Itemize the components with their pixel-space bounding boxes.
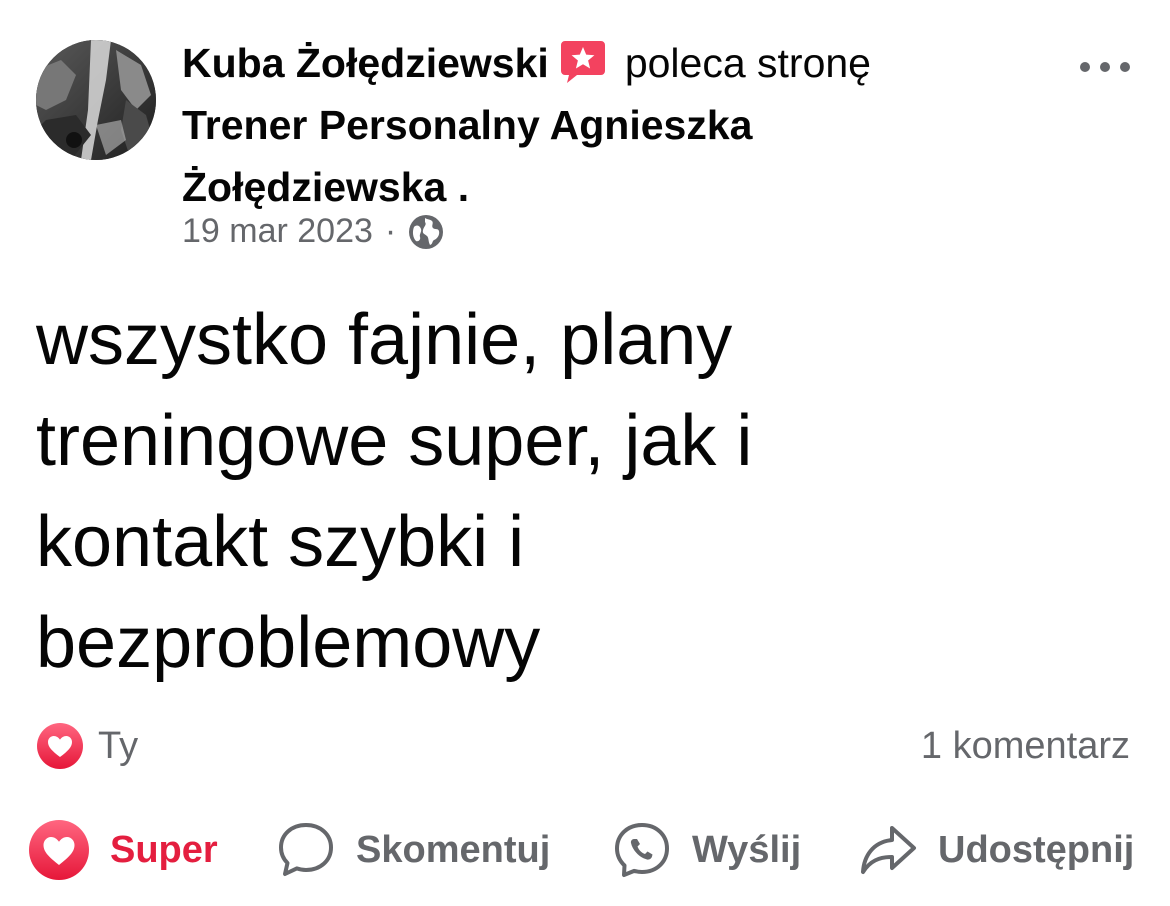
super-label: Super — [110, 828, 218, 871]
share-arrow-icon — [861, 826, 916, 874]
send-label: Wyślij — [692, 828, 802, 871]
avatar[interactable] — [36, 40, 156, 160]
avatar-photo — [36, 40, 156, 160]
post-body: wszystko fajnie, plany treningowe super,… — [36, 300, 753, 683]
heart-reaction-icon — [37, 723, 83, 769]
action-bar: Super Skomentuj Wyślij Udostępnij — [28, 816, 1148, 884]
reactions-summary[interactable]: Ty — [36, 720, 138, 772]
more-dot — [1120, 62, 1130, 72]
globe-icon[interactable] — [408, 214, 444, 250]
comment-bubble-icon — [279, 823, 333, 876]
share-label: Udostępnij — [938, 828, 1135, 871]
comment-label: Skomentuj — [356, 828, 551, 871]
reactions-label: Ty — [98, 724, 139, 767]
post-date[interactable]: 19 mar 2023 — [182, 212, 373, 251]
share-button[interactable]: Udostępnij — [858, 816, 1134, 884]
recommend-verb: poleca stronę — [624, 40, 871, 86]
page-name-suffix: . — [457, 164, 470, 210]
more-dot — [1100, 62, 1110, 72]
more-options-button[interactable] — [1080, 52, 1130, 82]
author-name[interactable]: Kuba Żołędziewski — [182, 40, 549, 86]
recommendation-post: Kuba Żołędziewski poleca stronę Trener P… — [0, 0, 1170, 906]
meta-separator: · — [384, 212, 397, 250]
messenger-send-icon — [615, 823, 669, 877]
send-button[interactable]: Wyślij — [612, 816, 801, 884]
recommendation-star-icon — [560, 41, 605, 83]
super-reaction-button[interactable]: Super — [28, 816, 218, 884]
comments-count[interactable]: 1 komentarz — [921, 720, 1130, 772]
heart-icon — [29, 820, 89, 880]
comment-button[interactable]: Skomentuj — [276, 816, 550, 884]
more-dot — [1080, 62, 1090, 72]
post-header: Kuba Żołędziewski poleca stronę Trener P… — [182, 32, 982, 218]
post-meta: 19 mar 2023 · — [182, 212, 444, 251]
